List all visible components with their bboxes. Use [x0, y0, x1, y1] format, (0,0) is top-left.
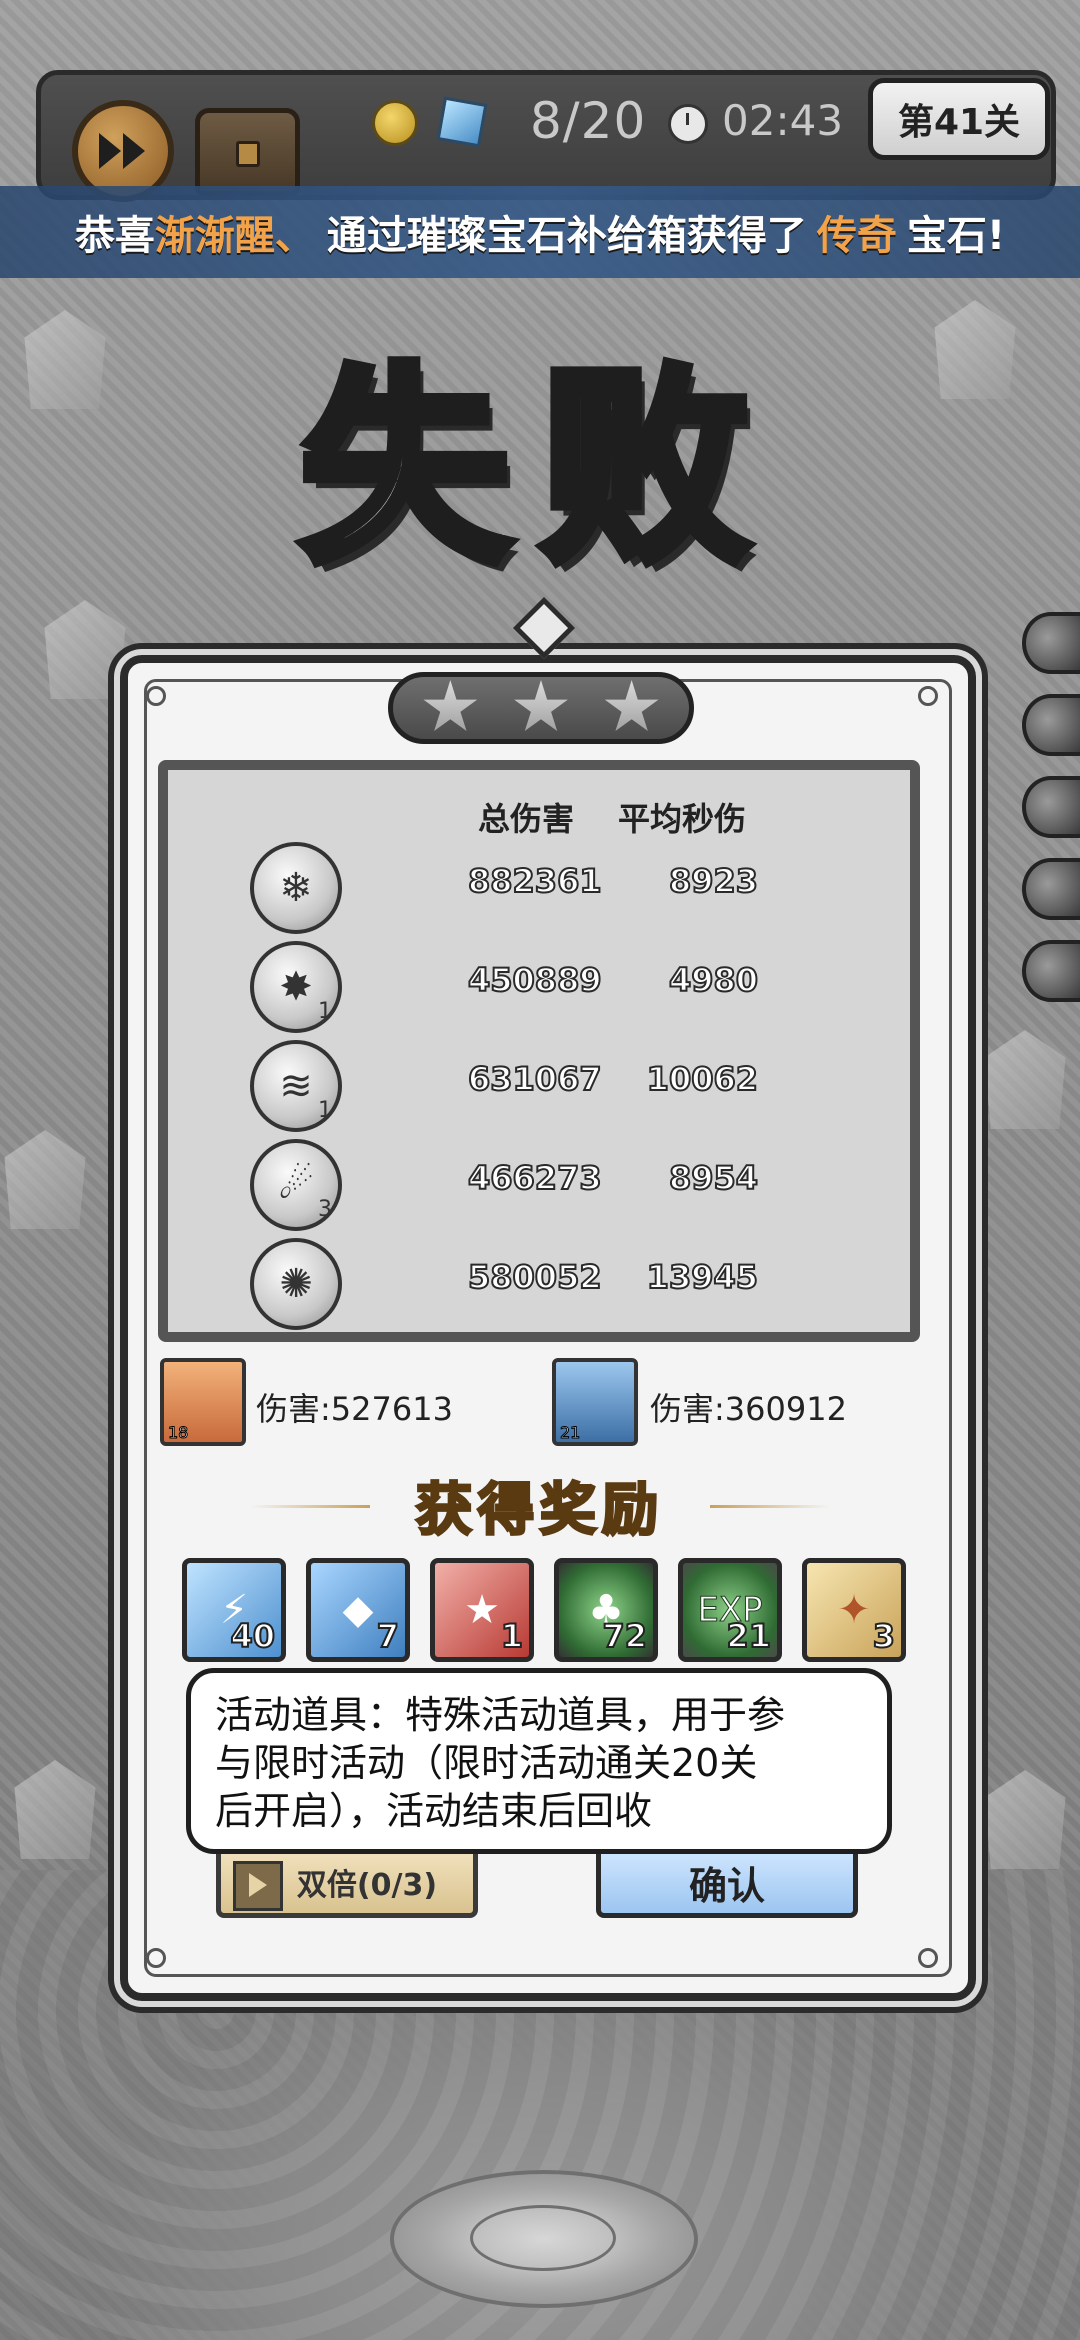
reward-item[interactable]: ⚡ 40: [182, 1558, 286, 1662]
avg-dps-value: 13945: [646, 1257, 759, 1297]
wave-counter: 8/20: [530, 92, 647, 150]
table-row: ≋ 1 631067 10062: [168, 1040, 910, 1138]
tooltip-line: 与限时活动（限时活动通关20关: [215, 1741, 758, 1785]
panel-rivet: [918, 1948, 938, 1968]
treasure-chest-button[interactable]: [195, 108, 300, 196]
total-damage-value: 580052: [467, 1257, 603, 1297]
total-damage-value: 631067: [467, 1059, 603, 1099]
item-tooltip: 活动道具：特殊活动道具，用于参 与限时活动（限时活动通关20关 后开启），活动结…: [186, 1668, 892, 1854]
ice-splash-skill-icon: ❄: [250, 842, 342, 934]
table-row: ☄ 3 466273 8954: [168, 1139, 910, 1237]
announcement-banner: 恭喜 渐渐醒、 通过璀璨宝石补给箱获得了 传奇 宝石!: [0, 186, 1080, 278]
side-skill-slot[interactable]: [1022, 694, 1080, 756]
double-reward-label: 双倍(0/3): [296, 1868, 438, 1903]
star-icon: [604, 680, 659, 731]
hero-damage: 伤害:527613: [256, 1390, 453, 1428]
table-row: ✸ 1 450889 4980: [168, 941, 910, 1039]
star-icon: [423, 680, 478, 731]
confirm-button[interactable]: 确认: [596, 1846, 858, 1918]
battle-timer: 02:43: [722, 96, 844, 145]
total-damage-value: 466273: [467, 1158, 603, 1198]
total-damage-value: 450889: [467, 960, 603, 1000]
announcement-suffix: 宝石!: [906, 213, 1006, 259]
hero-level: 21: [559, 1423, 581, 1443]
clock-icon: [668, 104, 708, 144]
star-rating: [388, 672, 694, 744]
skill-level: 3: [318, 1197, 332, 1222]
skill-level: 1: [318, 999, 332, 1024]
video-ad-icon: [233, 1861, 283, 1911]
hero-portrait-female[interactable]: 18: [160, 1358, 246, 1446]
side-skill-slot[interactable]: [1022, 940, 1080, 1002]
announcement-player-name: 渐渐醒、: [154, 213, 315, 259]
side-skill-slot[interactable]: [1022, 776, 1080, 838]
stage-badge: 第41关: [868, 78, 1050, 160]
pond-ripple: [470, 2205, 616, 2271]
column-header-total-damage: 总伤害: [478, 800, 575, 838]
side-skill-slot[interactable]: [1022, 612, 1080, 674]
reward-item[interactable]: ◆ 7: [306, 1558, 410, 1662]
damage-stats-table: 总伤害 平均秒伤 ❄ 882361 8923 ✸ 1 450889 4980 ≋…: [158, 760, 920, 1342]
gold-coin-icon: [372, 100, 418, 146]
reward-item[interactable]: ★ 1: [430, 1558, 534, 1662]
reward-count: 7: [376, 1616, 400, 1656]
skill-level: 1: [318, 1098, 332, 1123]
result-title: 失败: [295, 339, 780, 596]
reward-item[interactable]: EXP 21: [678, 1558, 782, 1662]
reward-count: 21: [725, 1616, 772, 1656]
avg-dps-value: 8923: [668, 861, 759, 901]
avg-dps-value: 8954: [668, 1158, 759, 1198]
table-row: ✺ 580052 13945: [168, 1238, 910, 1332]
table-row: ❄ 882361 8923: [168, 842, 910, 940]
reward-count: 3: [872, 1616, 896, 1656]
hero-damage: 伤害:360912: [650, 1390, 847, 1428]
reward-count: 40: [229, 1616, 276, 1656]
reward-count: 72: [601, 1616, 648, 1656]
title-divider: [710, 1505, 830, 1508]
announcement-rarity: 传奇: [816, 213, 897, 259]
blue-gem-icon: [436, 96, 488, 148]
announcement-prefix: 恭喜: [74, 213, 155, 259]
reward-count: 1: [500, 1616, 524, 1656]
panel-rivet: [918, 686, 938, 706]
tooltip-line: 活动道具：特殊活动道具，用于参: [215, 1693, 786, 1737]
side-skill-slot[interactable]: [1022, 858, 1080, 920]
total-damage-value: 882361: [467, 861, 603, 901]
announcement-middle: 通过璀璨宝石补给箱获得了: [326, 213, 807, 259]
star-icon: [514, 680, 568, 731]
title-divider: [250, 1505, 370, 1508]
black-hole-skill-icon: ✺: [250, 1238, 342, 1330]
reward-item[interactable]: ✦ 3: [802, 1558, 906, 1662]
panel-rivet: [146, 686, 166, 706]
avg-dps-value: 4980: [668, 960, 759, 1000]
hero-portrait-male[interactable]: 21: [552, 1358, 638, 1446]
panel-rivet: [146, 1948, 166, 1968]
fast-forward-icon: [99, 133, 145, 169]
tooltip-line: 后开启），活动结束后回收: [215, 1789, 653, 1833]
rewards-title: 获得奖励: [415, 1475, 664, 1544]
hero-level: 18: [167, 1423, 189, 1443]
double-reward-button[interactable]: 双倍(0/3): [216, 1846, 478, 1918]
column-header-avg-dps: 平均秒伤: [618, 800, 747, 838]
avg-dps-value: 10062: [646, 1059, 759, 1099]
reward-item[interactable]: ♣ 72: [554, 1558, 658, 1662]
